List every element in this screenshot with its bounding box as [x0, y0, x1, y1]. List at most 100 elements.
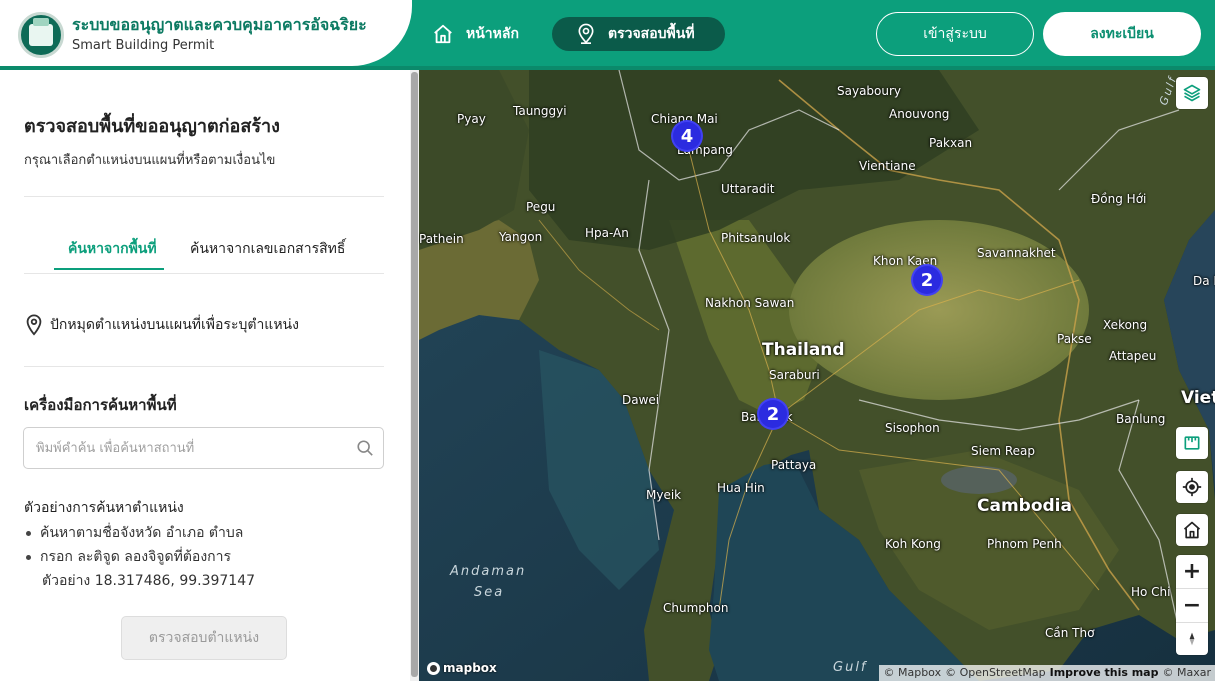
example-coordinates: ตัวอย่าง 18.317486, 99.397147	[42, 573, 256, 589]
example-item: ค้นหาตามชื่อจังหวัด อำเภอ ตำบล	[26, 522, 243, 544]
app-subtitle: Smart Building Permit	[72, 38, 215, 53]
home-icon	[434, 24, 452, 44]
map-label: Xekong	[1103, 318, 1148, 332]
divider	[24, 273, 384, 274]
crosshair-icon	[1182, 477, 1202, 497]
app-root: ระบบขออนุญาตและควบคุมอาคารอัจฉริยะ Smart…	[0, 0, 1215, 681]
check-location-button[interactable]: ตรวจสอบตำแหน่ง	[121, 616, 287, 660]
measure-button[interactable]	[1176, 427, 1208, 459]
panel-subtitle: กรุณาเลือกตำแหน่งบนแผนที่หรือตามเงื่อนไข	[24, 153, 276, 168]
map-label: Phnom Penh	[987, 537, 1062, 551]
map-country-label: Thailand	[762, 340, 845, 360]
map-pin-icon	[26, 314, 42, 336]
mapbox-logo[interactable]: mapbox	[427, 661, 497, 675]
map-label: Phitsanulok	[721, 231, 791, 245]
zoom-in-button[interactable]: +	[1176, 555, 1208, 587]
map-label: Viet	[1181, 388, 1215, 408]
map-label: Vientiane	[859, 159, 916, 173]
map-label: Nakhon Sawan	[705, 296, 795, 310]
login-button[interactable]: เข้าสู่ระบบ	[876, 12, 1034, 56]
map-label: Đồng Hới	[1091, 192, 1147, 206]
tab-search-by-area[interactable]: ค้นหาจากพื้นที่	[68, 238, 157, 260]
marker-cluster[interactable]: 2	[911, 264, 943, 296]
map-sea-label: Gulf	[833, 660, 868, 675]
mapbox-wordmark: mapbox	[443, 661, 497, 675]
divider	[24, 196, 384, 197]
nav-check-area[interactable]: ตรวจสอบพื้นที่	[552, 17, 725, 51]
map-label: Siem Reap	[971, 444, 1035, 458]
nav-check-label: ตรวจสอบพื้นที่	[608, 26, 695, 42]
marker-cluster[interactable]: 4	[671, 120, 703, 152]
map-label: Pakse	[1057, 332, 1092, 346]
search-input[interactable]	[36, 436, 336, 460]
example-item: กรอก ละติจูด ลองจิจูดที่ต้องการ	[26, 546, 231, 568]
map-label: Taunggyi	[513, 104, 567, 118]
top-bar: ระบบขออนุญาตและควบคุมอาคารอัจฉริยะ Smart…	[0, 0, 1215, 70]
panel-title: ตรวจสอบพื้นที่ขออนุญาตก่อสร้าง	[24, 116, 280, 137]
search-tools-title: เครื่องมือการค้นหาพื้นที่	[24, 396, 177, 414]
brand-area[interactable]: ระบบขออนุญาตและควบคุมอาคารอัจฉริยะ Smart…	[0, 0, 412, 66]
map-label: Dawei	[622, 393, 660, 407]
improve-map-link[interactable]: Improve this map	[1050, 666, 1159, 680]
map-label: Sisophon	[885, 421, 940, 435]
map-label: Sayaboury	[837, 84, 902, 98]
nav-home[interactable]: หน้าหลัก	[432, 18, 519, 50]
app-logo	[18, 12, 64, 58]
map-label: Hpa-An	[585, 226, 629, 240]
scrollbar-thumb[interactable]	[411, 72, 418, 677]
layers-button[interactable]	[1176, 77, 1208, 109]
example-text: ค้นหาตามชื่อจังหวัด อำเภอ ตำบล	[40, 525, 244, 541]
map-label: Chumphon	[663, 601, 729, 615]
attribution-maxar[interactable]: © Maxar	[1162, 666, 1211, 680]
sidebar-panel: ตรวจสอบพื้นที่ขออนุญาตก่อสร้าง กรุณาเลือ…	[0, 70, 410, 681]
map-label: Saraburi	[769, 368, 820, 382]
map-label: Myeik	[646, 488, 682, 502]
search-box	[23, 427, 384, 469]
map-label: Pegu	[526, 200, 556, 214]
marker-cluster[interactable]: 2	[757, 398, 789, 430]
map-label: Uttaradit	[721, 182, 775, 196]
map-view[interactable]: Taunggyi Pyay Chiang Mai Lampang Sayabou…	[419, 70, 1215, 681]
compass-button[interactable]	[1176, 623, 1208, 655]
mapbox-icon	[427, 661, 440, 675]
layers-icon	[1183, 84, 1201, 102]
map-country-label: Cambodia	[977, 496, 1072, 516]
map-label: Cần Thơ	[1045, 626, 1095, 640]
home-icon	[1183, 521, 1201, 539]
tab-search-by-deed[interactable]: ค้นหาจากเลขเอกสารสิทธิ์	[190, 238, 345, 260]
attribution-mapbox[interactable]: © Mapbox	[883, 666, 941, 680]
map-sea-label: Sea	[474, 585, 505, 600]
map-label: Yangon	[499, 230, 543, 244]
map-label: Koh Kong	[885, 537, 941, 551]
attribution-osm[interactable]: © OpenStreetMap	[945, 666, 1046, 680]
map-label: Pakxan	[929, 136, 973, 150]
pin-location-label: ปักหมุดตำแหน่งบนแผนที่เพื่อระบุตำแหน่ง	[50, 317, 299, 333]
zoom-out-button[interactable]: −	[1176, 589, 1208, 621]
register-button[interactable]: ลงทะเบียน	[1043, 12, 1201, 56]
zoom-controls: + −	[1176, 555, 1208, 655]
pin-location-option[interactable]: ปักหมุดตำแหน่งบนแผนที่เพื่อระบุตำแหน่ง	[24, 314, 299, 336]
divider	[24, 366, 384, 367]
map-label: Da N	[1193, 274, 1215, 288]
tab-active-indicator	[54, 268, 164, 270]
map-label: Pathein	[419, 232, 464, 246]
search-icon[interactable]	[356, 439, 374, 457]
location-pin-icon	[578, 23, 594, 44]
map-sea-label: Andaman	[450, 564, 527, 579]
locate-button[interactable]	[1176, 471, 1208, 503]
map-label: Banlung	[1116, 412, 1166, 426]
map-label: Hua Hin	[717, 481, 765, 495]
home-extent-button[interactable]	[1176, 514, 1208, 546]
map-label: Savannakhet	[977, 246, 1056, 260]
nav-home-label: หน้าหลัก	[466, 26, 519, 42]
map-attribution: © Mapbox © OpenStreetMap Improve this ma…	[879, 665, 1215, 681]
compass-icon	[1189, 632, 1195, 646]
map-label: Pyay	[457, 112, 486, 126]
map-label: Pattaya	[771, 458, 817, 472]
map-label: Anouvong	[889, 107, 950, 121]
map-label: Ho Chi	[1131, 585, 1171, 599]
ruler-icon	[1184, 436, 1200, 450]
map-label: Attapeu	[1109, 349, 1157, 363]
sidebar-scrollbar[interactable]	[410, 70, 419, 681]
app-title: ระบบขออนุญาตและควบคุมอาคารอัจฉริยะ	[72, 15, 367, 34]
